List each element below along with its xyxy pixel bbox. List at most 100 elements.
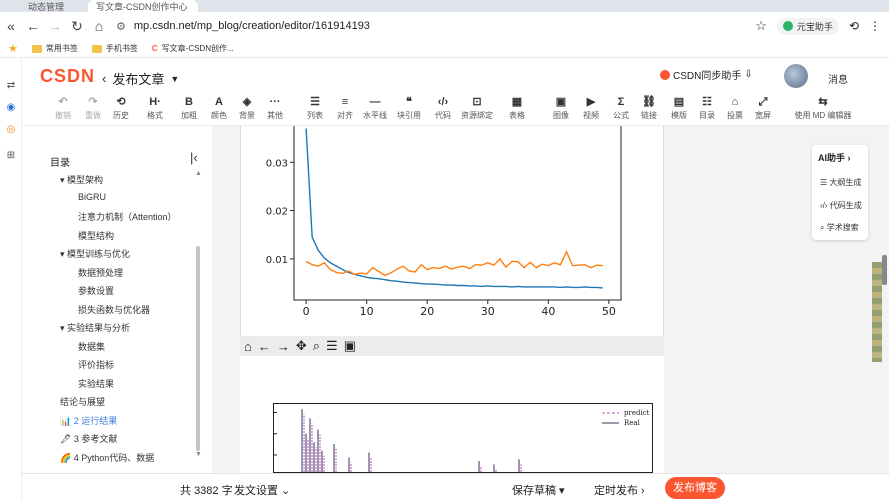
csdn-logo[interactable]: CSDN bbox=[40, 66, 95, 87]
toc-item[interactable]: ▾ 模型架构 bbox=[60, 173, 103, 186]
url-field[interactable]: ⚙ mp.csdn.net/mp_blog/creation/editor/16… bbox=[116, 20, 755, 33]
pan-icon[interactable]: ✥ bbox=[296, 338, 307, 354]
toc-item[interactable]: 数据集 bbox=[78, 340, 105, 353]
toolbar-button[interactable]: ↶ 撤销 bbox=[46, 95, 80, 126]
forward-icon[interactable]: → bbox=[44, 15, 66, 37]
toolbar-label: 图像 bbox=[553, 111, 569, 120]
extension-icon[interactable]: ⟲ bbox=[849, 19, 859, 33]
toc-scrollbar[interactable] bbox=[196, 246, 200, 451]
toolbar-label: 块引用 bbox=[397, 111, 421, 120]
toolbar-button[interactable]: — 水平线 bbox=[358, 95, 392, 126]
caret-down-icon[interactable]: ▼ bbox=[170, 74, 179, 84]
back-chevron-icon[interactable]: ‹ bbox=[102, 71, 106, 86]
toolbar-icon: ▶ bbox=[586, 96, 596, 108]
favorites-star-icon[interactable]: ★ bbox=[8, 42, 18, 55]
bookmark-mobile[interactable]: 手机书签 bbox=[91, 43, 138, 54]
reload-icon[interactable]: ↻ bbox=[66, 15, 88, 37]
toolbar-button[interactable]: ⛓ 链接 bbox=[632, 95, 666, 126]
toc-item[interactable]: 🌈 4 Python代码、数据 bbox=[60, 451, 154, 464]
code-generate-button[interactable]: ‹/› 代码生成 bbox=[820, 200, 862, 211]
toolbar-icon: ❝ bbox=[406, 96, 412, 108]
yuanbao-assistant-button[interactable]: 元宝助手 bbox=[776, 17, 839, 35]
academic-search-button[interactable]: ⌕ 学术搜索 bbox=[820, 222, 859, 233]
x-tick-label: 30 bbox=[481, 305, 495, 318]
toc-item[interactable]: 🖋 3 参考文献 bbox=[60, 432, 117, 445]
toolbar-button[interactable]: ❝ 块引用 bbox=[392, 95, 426, 126]
bookmark-csdn[interactable]: C 写文章-CSDN创作... bbox=[152, 43, 234, 54]
sidebar-toggle-icon[interactable]: « bbox=[0, 15, 22, 37]
scroll-up-icon[interactable]: ▲ bbox=[195, 170, 202, 177]
sync-assistant-button[interactable]: CSDN同步助手 ⇩ bbox=[660, 67, 753, 82]
toolbar-button[interactable]: ··· 其他 bbox=[258, 95, 292, 126]
toc-item[interactable]: 数据预处理 bbox=[78, 266, 123, 279]
count-prefix: 共 bbox=[180, 485, 191, 497]
toc-item[interactable]: BiGRU bbox=[78, 192, 106, 202]
configure-icon[interactable]: ☰ bbox=[326, 338, 338, 354]
toc-item[interactable]: 评价指标 bbox=[78, 358, 114, 371]
toolbar-button[interactable]: ⤢ 宽屏 bbox=[746, 95, 780, 126]
ai-assistant-title[interactable]: AI助手 › bbox=[818, 151, 851, 164]
collapse-toc-icon[interactable]: |‹ bbox=[190, 150, 198, 165]
page-scrollbar[interactable] bbox=[882, 255, 887, 285]
toolbar-button[interactable]: ⇆ 使用 MD 编辑器 bbox=[788, 95, 858, 126]
outline-generate-button[interactable]: ☰ 大纲生成 bbox=[820, 177, 861, 188]
bookmark-label: 常用书签 bbox=[45, 44, 78, 53]
browser-tab[interactable]: 动态管理 bbox=[20, 0, 80, 12]
menu-icon[interactable]: ⋮ bbox=[869, 19, 881, 33]
toc-item[interactable]: 注意力机制（Attention） bbox=[78, 210, 177, 223]
toolbar-button[interactable]: ▶ 视频 bbox=[574, 95, 608, 126]
toolbar-button[interactable]: ▦ 表格 bbox=[500, 95, 534, 126]
save-icon[interactable]: ▣ bbox=[344, 338, 356, 354]
y-tick-label: 0.02 bbox=[266, 207, 288, 218]
toc-item[interactable]: 模型结构 bbox=[78, 229, 114, 242]
page-title-text: 发布文章 bbox=[112, 72, 165, 87]
search-assistant-icon[interactable]: ◉ bbox=[5, 102, 17, 114]
publish-button[interactable]: 发布博客 bbox=[665, 477, 725, 499]
browser-tab-active[interactable]: 写文章-CSDN创作中心 bbox=[88, 0, 198, 12]
toolbar-icon: ≡ bbox=[341, 96, 349, 108]
toc-item[interactable]: 实验结果 bbox=[78, 377, 114, 390]
toolbar-icon: B bbox=[185, 96, 193, 108]
home-icon[interactable]: ⌂ bbox=[88, 15, 110, 37]
publish-settings-button[interactable]: 发文设置 ⌄ bbox=[234, 482, 290, 498]
app-icon[interactable]: ◎ bbox=[5, 124, 17, 136]
bookmark-label: 写文章-CSDN创作... bbox=[161, 44, 234, 53]
add-icon[interactable]: ⊞ bbox=[5, 150, 17, 162]
scroll-down-icon[interactable]: ▼ bbox=[195, 451, 202, 458]
toc-item[interactable]: 结论与展望 bbox=[60, 395, 105, 408]
toc-item[interactable]: ▾ 实验结果与分析 bbox=[60, 321, 130, 334]
ai-item-label: 学术搜索 bbox=[826, 223, 859, 232]
toc-title: 目录 bbox=[50, 158, 70, 169]
swap-icon[interactable]: ⇄ bbox=[5, 80, 17, 92]
toc-item[interactable]: ▾ 模型训练与优化 bbox=[60, 247, 130, 260]
toc-item[interactable]: 参数设置 bbox=[78, 284, 114, 297]
toolbar-button[interactable]: ‹/› 代码 bbox=[426, 95, 460, 126]
toolbar-button[interactable]: ≡ 对齐 bbox=[328, 95, 362, 126]
bookmark-common[interactable]: 常用书签 bbox=[31, 43, 78, 54]
zoom-icon[interactable]: ⌕ bbox=[313, 338, 320, 354]
publish-bar: 共 3382 字 发文设置 ⌄ 保存草稿 ▾ 定时发布 › 发布博客 bbox=[22, 473, 889, 500]
bookmark-star-icon[interactable]: ☆ bbox=[755, 18, 767, 34]
toc-item[interactable]: 📊 2 运行结果 bbox=[60, 414, 117, 427]
back-icon[interactable]: ← bbox=[22, 15, 44, 37]
toolbar-label: 列表 bbox=[307, 111, 323, 120]
toolbar-button[interactable]: ⟲ 历史 bbox=[104, 95, 138, 126]
site-settings-icon[interactable]: ⚙ bbox=[116, 20, 126, 33]
x-tick-label: 10 bbox=[360, 305, 374, 318]
back-arrow-icon[interactable]: ← bbox=[258, 339, 271, 354]
page-title[interactable]: ‹ 发布文章 ▼ bbox=[102, 69, 179, 88]
schedule-publish-button[interactable]: 定时发布 › bbox=[594, 482, 645, 498]
messages-link[interactable]: 消息 bbox=[828, 71, 848, 86]
home-icon[interactable]: ⌂ bbox=[244, 339, 252, 354]
toolbar-button[interactable]: ⊡ 资源绑定 bbox=[460, 95, 494, 126]
toolbar-button[interactable]: ▣ 图像 bbox=[544, 95, 578, 126]
toolbar-button[interactable]: H· 格式 bbox=[138, 95, 172, 126]
bookmark-label: 手机书签 bbox=[105, 44, 138, 53]
avatar[interactable] bbox=[784, 64, 808, 88]
forward-arrow-icon[interactable]: → bbox=[277, 339, 290, 354]
save-draft-button[interactable]: 保存草稿 ▾ bbox=[512, 482, 565, 498]
toolbar-icon: ··· bbox=[269, 96, 281, 108]
toc-item[interactable]: 损失函数与优化器 bbox=[78, 303, 150, 316]
toolbar-button[interactable]: B 加粗 bbox=[172, 95, 206, 126]
toolbar-button[interactable]: ☰ 列表 bbox=[298, 95, 332, 126]
